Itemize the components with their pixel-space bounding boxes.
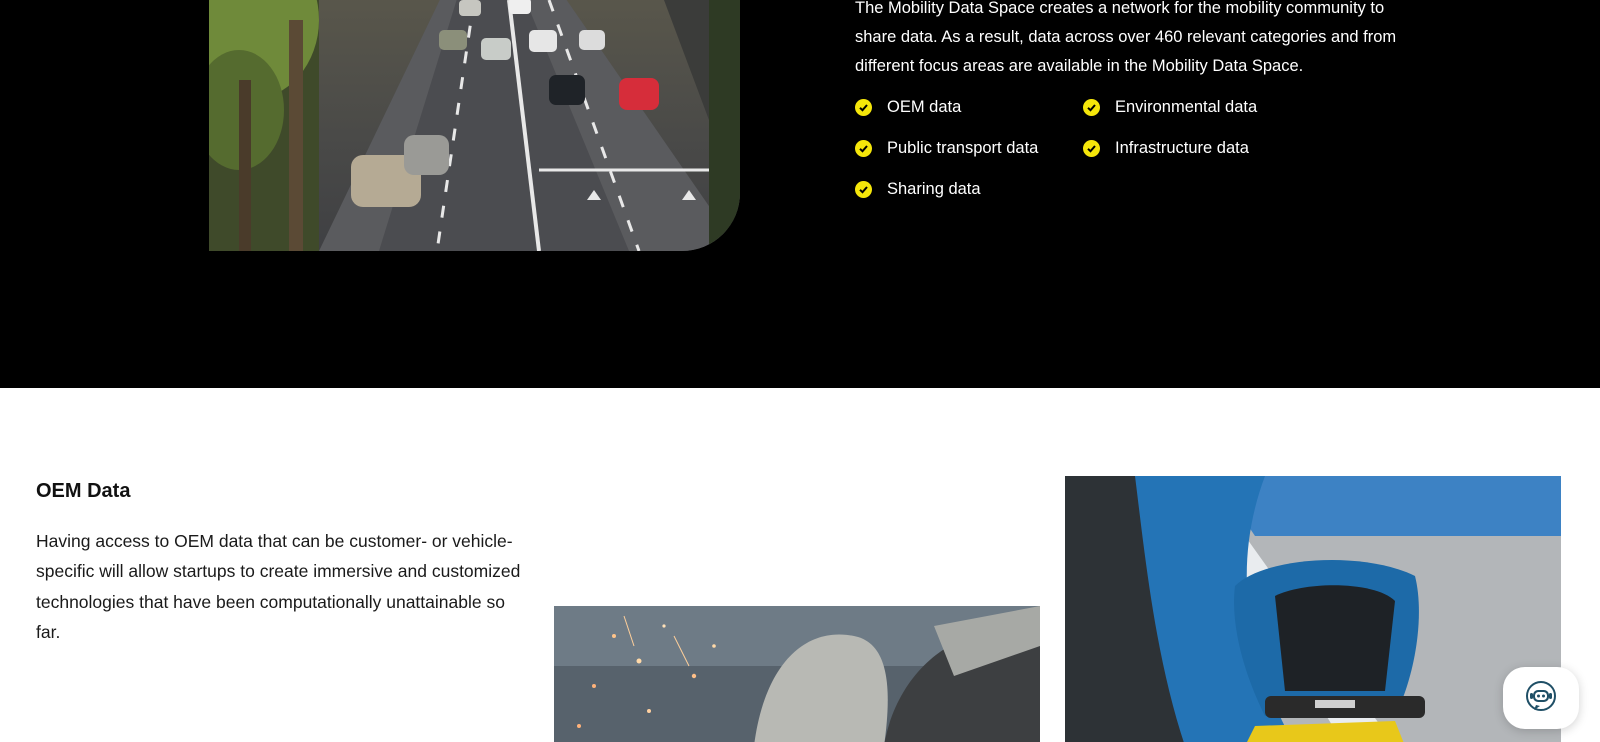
check-circle-icon (1083, 98, 1100, 116)
oem-data-heading: OEM Data (36, 480, 131, 502)
category-item-public-transport: Public transport data (855, 137, 1038, 159)
category-item-environmental: Environmental data (1083, 96, 1257, 118)
category-item-oem: OEM data (855, 96, 961, 118)
category-label: Sharing data (887, 180, 981, 198)
chatbot-icon (1524, 679, 1558, 718)
category-label: Infrastructure data (1115, 139, 1249, 157)
chatbot-button[interactable] (1503, 667, 1579, 729)
category-item-sharing: Sharing data (855, 178, 981, 200)
category-item-infrastructure: Infrastructure data (1083, 137, 1249, 159)
category-label: Environmental data (1115, 98, 1258, 116)
check-circle-icon (1083, 139, 1100, 157)
ev-charging-image (1065, 476, 1561, 742)
oem-data-description: Having access to OEM data that can be cu… (36, 531, 521, 642)
category-label: Public transport data (887, 139, 1039, 157)
check-circle-icon (855, 180, 872, 198)
intro-paragraph: The Mobility Data Space creates a networ… (855, 0, 1397, 75)
city-traffic-image (209, 0, 740, 251)
category-label: OEM data (887, 98, 962, 116)
metal-grinding-image (554, 606, 1040, 742)
data-categories-section: The Mobility Data Space creates a networ… (0, 0, 1600, 388)
check-circle-icon (855, 98, 872, 116)
check-circle-icon (855, 139, 872, 157)
